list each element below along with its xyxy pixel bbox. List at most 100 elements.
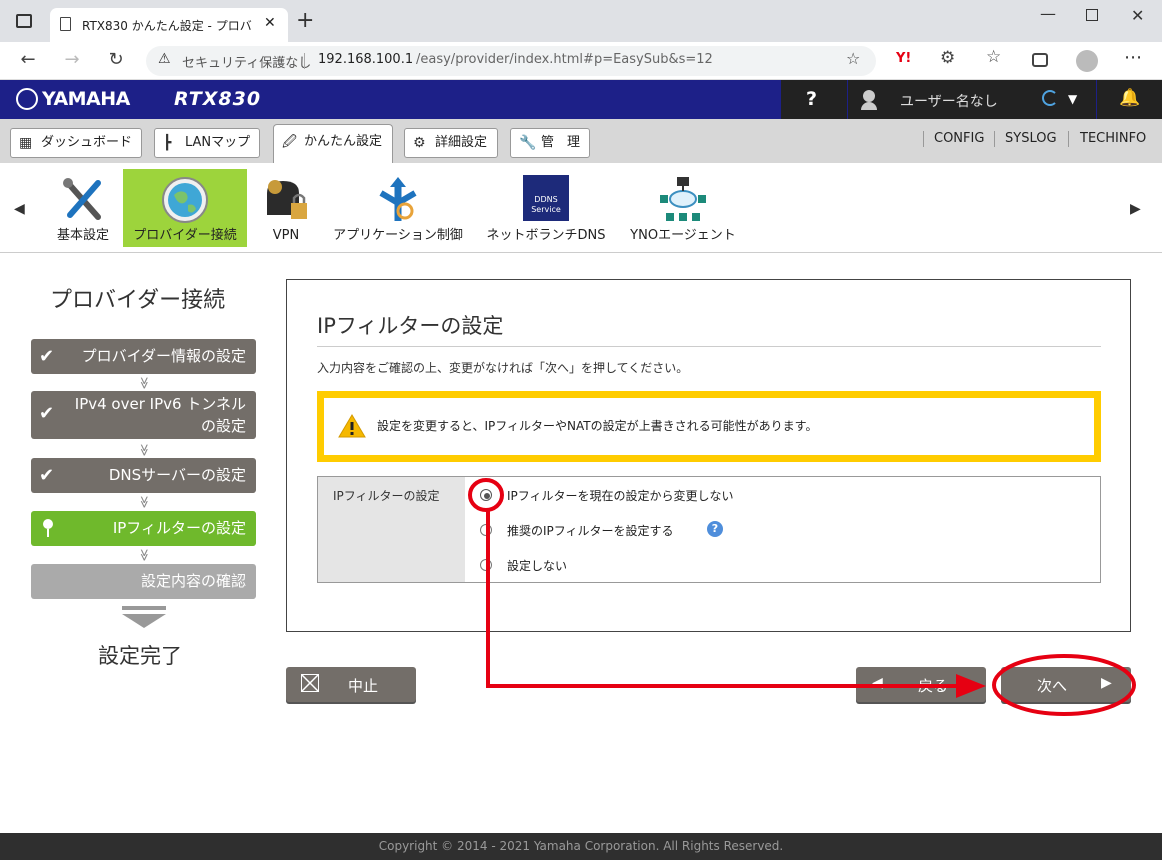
syslog-link[interactable]: SYSLOG: [1005, 131, 1057, 146]
option-label: 設定しない: [507, 559, 568, 573]
radio-recommended[interactable]: [480, 524, 492, 536]
url-field[interactable]: ⚠ セキュリティ保護なし 192.168.100.1 /easy/provide…: [146, 46, 876, 76]
menu-app-control[interactable]: アプリケーション制御: [332, 169, 464, 247]
main-nav: ▦ ダッシュボード ┣ LANマップ 🖉 かんたん設定 ⚙ 詳細設定 🔧 管 理: [0, 119, 1162, 163]
tab-label: LANマップ: [185, 135, 251, 150]
tab-lanmap[interactable]: ┣ LANマップ: [154, 128, 260, 158]
maximize-icon[interactable]: [1086, 9, 1098, 21]
tab-label: ダッシュボード: [41, 135, 133, 150]
title-divider: [317, 346, 1101, 347]
config-link[interactable]: CONFIG: [934, 131, 984, 146]
lanmap-icon: ┣: [163, 135, 172, 151]
tab-title: RTX830 かんたん設定 - プロバイダー接続: [82, 19, 252, 33]
ddns-badge-text: Service: [531, 205, 561, 214]
step-confirm: 設定内容の確認: [31, 564, 256, 599]
user-icon: [863, 90, 875, 102]
step-chevron-icon: ≫: [137, 443, 152, 457]
gear-icon: ⚙: [413, 135, 426, 151]
wizard-icon: 🖉: [282, 134, 297, 150]
scroll-left-icon[interactable]: ◀: [14, 201, 25, 217]
collections-icon[interactable]: [1032, 53, 1048, 67]
user-name[interactable]: ユーザー名なし: [900, 91, 998, 111]
ddns-icon: DDNS Service: [523, 175, 569, 221]
cancel-button[interactable]: 中止: [286, 667, 416, 702]
panel-title: IPフィルターの設定: [317, 314, 504, 338]
menu-label: VPN: [272, 228, 300, 243]
tab-easy-setup[interactable]: 🖉 かんたん設定: [273, 124, 393, 163]
forward-icon[interactable]: →: [58, 46, 86, 74]
step-chevron-icon: ≫: [137, 495, 152, 509]
menu-vpn[interactable]: VPN: [254, 169, 318, 247]
step-label: の設定: [200, 417, 246, 435]
back-button[interactable]: ◀ 戻る: [856, 667, 986, 702]
help-icon[interactable]: ?: [707, 521, 723, 537]
user-menu-chevron-icon[interactable]: ▼: [1068, 92, 1077, 106]
menu-label: ネットボランチDNS: [486, 228, 606, 243]
down-arrow-icon: [122, 606, 166, 628]
warning-triangle-icon: [338, 414, 366, 438]
browser-tab[interactable]: RTX830 かんたん設定 - プロバイダー接続 ✕: [50, 8, 288, 42]
warning-box: 設定を変更すると、IPフィルターやNATの設定が上書きされる可能性があります。: [317, 391, 1101, 462]
browser-tab-strip: RTX830 かんたん設定 - プロバイダー接続 ✕ + — ✕: [0, 0, 1162, 42]
step-dns-server: ✔ DNSサーバーの設定: [31, 458, 256, 493]
option-none[interactable]: 設定しない: [480, 555, 880, 575]
step-label: IPフィルターの設定: [112, 519, 246, 537]
menu-netvolante-dns[interactable]: DDNS Service ネットボランチDNS: [484, 169, 608, 247]
security-label[interactable]: セキュリティ保護なし: [182, 52, 311, 71]
menu-provider-connection[interactable]: プロバイダー接続: [123, 169, 247, 247]
menu-label: プロバイダー接続: [133, 228, 237, 243]
favorite-add-icon[interactable]: ☆: [846, 49, 860, 68]
url-host: 192.168.100.1: [318, 52, 414, 67]
bell-icon[interactable]: 🔔: [1119, 88, 1140, 108]
vpn-icon: [267, 180, 307, 219]
warning-icon[interactable]: ⚠: [158, 51, 171, 67]
option-label: IPフィルターを現在の設定から変更しない: [507, 489, 734, 503]
radio-none[interactable]: [480, 559, 492, 571]
tab-advanced[interactable]: ⚙ 詳細設定: [404, 128, 498, 158]
tab-close-icon[interactable]: ✕: [264, 15, 276, 31]
favorites-icon[interactable]: ☆: [986, 47, 1001, 67]
help-button[interactable]: ?: [806, 88, 817, 110]
scroll-right-icon[interactable]: ▶: [1130, 201, 1141, 217]
model-name: RTX830: [174, 88, 262, 110]
url-path: /easy/provider/index.html#p=EasySub&s=12: [416, 52, 713, 67]
nav-separator: [994, 131, 995, 147]
step-provider-info: ✔ プロバイダー情報の設定: [31, 339, 256, 374]
tab-dashboard[interactable]: ▦ ダッシュボード: [10, 128, 142, 158]
yahoo-icon[interactable]: Y!: [896, 51, 911, 66]
next-label: 次へ: [1037, 677, 1068, 695]
check-icon: ✔: [39, 346, 55, 367]
close-window-icon[interactable]: ✕: [1131, 6, 1144, 25]
yno-icon: [660, 177, 706, 221]
more-menu-icon[interactable]: ⋯: [1124, 47, 1142, 68]
tab-management[interactable]: 🔧 管 理: [510, 128, 590, 158]
warning-text: 設定を変更すると、IPフィルターやNATの設定が上書きされる可能性があります。: [377, 419, 818, 433]
current-step-pin-stem: [47, 529, 49, 537]
reload-icon[interactable]: ↻: [102, 46, 130, 74]
techinfo-link[interactable]: TECHINFO: [1080, 131, 1146, 146]
address-bar: ← → ↻ ⚠ セキュリティ保護なし 192.168.100.1 /easy/p…: [0, 42, 1162, 80]
option-keep-current[interactable]: IPフィルターを現在の設定から変更しない: [480, 485, 880, 505]
profile-avatar[interactable]: [1076, 50, 1098, 72]
globe-icon: [162, 177, 208, 223]
minimize-icon[interactable]: —: [1040, 4, 1056, 23]
new-tab-button[interactable]: +: [296, 8, 314, 33]
check-icon: ✔: [39, 403, 55, 424]
next-triangle-icon: ▶: [1101, 675, 1112, 691]
option-recommended[interactable]: 推奨のIPフィルターを設定する ?: [480, 520, 880, 540]
cancel-label: 中止: [348, 677, 379, 695]
next-button[interactable]: 次へ ▶: [1001, 667, 1131, 702]
back-triangle-icon: ◀: [872, 675, 883, 691]
tab-label: 管 理: [541, 135, 581, 150]
extensions-icon[interactable]: ⚙: [940, 48, 955, 68]
tab-actions-icon[interactable]: [16, 14, 32, 28]
back-icon[interactable]: ←: [14, 46, 42, 74]
cancel-x-icon: [301, 674, 319, 692]
step-ipv4-over-ipv6: ✔ IPv4 over IPv6 トンネル の設定: [31, 391, 256, 439]
radio-dot: [484, 493, 490, 499]
step-label: DNSサーバーの設定: [108, 466, 246, 484]
tab-label: 詳細設定: [435, 135, 488, 150]
nav-separator: [1068, 131, 1069, 147]
menu-basic-settings[interactable]: 基本設定: [44, 169, 122, 247]
menu-yno-agent[interactable]: YNOエージェント: [624, 169, 742, 247]
